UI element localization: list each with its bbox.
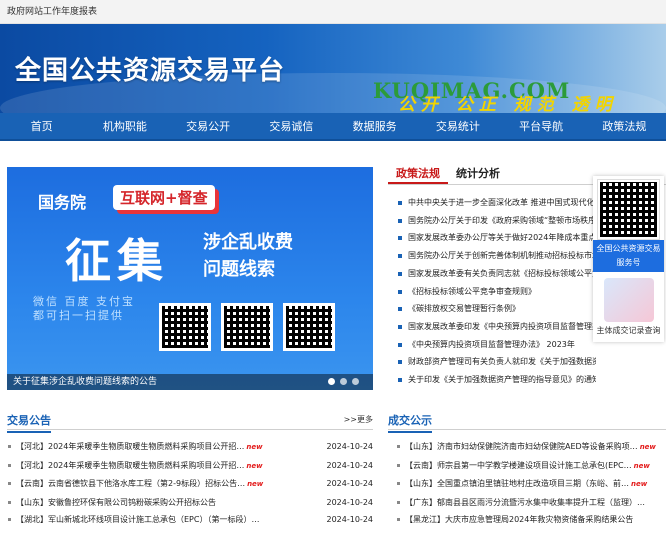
record-query-icon[interactable] bbox=[603, 278, 654, 322]
table-row[interactable]: 【广东】郁南县县区雨污分流暨污水集中收集率提升工程（监理）… bbox=[396, 494, 666, 512]
new-badge: new bbox=[639, 443, 656, 451]
carousel-dot[interactable] bbox=[340, 378, 347, 385]
new-badge: new bbox=[246, 461, 263, 470]
table-row[interactable]: 【山东】全国重点镇泊里镇驻地村庄改造项目三期（东峪、前… new bbox=[396, 475, 666, 494]
qr-code-icon bbox=[597, 179, 660, 240]
table-row[interactable]: 【山东】安徽鲁控环保有限公司钨粉碳采购公开招标公告 2024-10-24 bbox=[7, 494, 373, 512]
item-date: 2024-10-24 bbox=[326, 497, 374, 507]
table-row[interactable]: 【云南】云南省德钦县下他洛水库工程（第2-9标段）招标公告… new 2024-10… bbox=[7, 475, 373, 494]
item-title[interactable]: 【黑龙江】大庆市应急管理局2024年救灾物资储备采购结果公告 bbox=[405, 515, 633, 524]
item-title[interactable]: 【河北】2024年采暖季生物质取暖生物质燃料采购项目公开招… bbox=[16, 461, 244, 470]
item-title[interactable]: 【山东】安徽鲁控环保有限公司钨粉碳采购公开招标公告 bbox=[16, 498, 216, 507]
news-carousel[interactable]: 国务院 互联网+督查 征集 涉企乱收费问题线索 微信 百度 支付宝 都可扫一扫提供… bbox=[7, 167, 373, 390]
list-item[interactable]: 国务院办公厅关于印发《政府采购领域“整顿市场秩序、建设法规体系、促进产业发展”三… bbox=[396, 212, 596, 230]
deal-heading[interactable]: 成交公示 bbox=[388, 410, 432, 433]
annual-report-link[interactable]: 政府网站工作年度报表 bbox=[7, 7, 97, 17]
list-item[interactable]: 《招标投标领域公平竞争审查规则》 bbox=[396, 283, 596, 301]
table-row[interactable]: 【河北】2024年采暖季生物质取暖生物质燃料采购项目公开招… new 2024-10… bbox=[7, 457, 373, 476]
main-nav: 首页 机构职能 交易公开 交易诚信 数据服务 交易统计 平台导航 政策法规 bbox=[0, 113, 666, 141]
new-badge: new bbox=[247, 480, 264, 488]
list-item[interactable]: 《碳排放权交易管理暂行条例》 bbox=[396, 300, 596, 318]
nav-data-service[interactable]: 数据服务 bbox=[333, 113, 416, 139]
nav-organization[interactable]: 机构职能 bbox=[83, 113, 166, 139]
nav-platform-guide[interactable]: 平台导航 bbox=[500, 113, 583, 139]
trade-announcement-list: 【河北】2024年采暖季生物质取暖生物质燃料采购项目公开招… new 2024-10… bbox=[7, 438, 373, 529]
item-title[interactable]: 【山东】济南市妇幼保健院济南市妇幼保健院AED等设备采购项… bbox=[405, 442, 638, 451]
site-title: 全国公共资源交易平台 bbox=[15, 56, 286, 86]
item-title[interactable]: 【云南】师宗县第一中学教学楼建设项目设计施工总承包(EPC… bbox=[405, 461, 632, 470]
table-row[interactable]: 【山东】济南市妇幼保健院济南市妇幼保健院AED等设备采购项… new bbox=[396, 438, 666, 457]
trade-section-header: 交易公告 >>更多 bbox=[7, 409, 373, 433]
carousel-apps-line1: 微信 百度 支付宝 bbox=[33, 295, 135, 308]
carousel-apps-line2: 都可扫一扫提供 bbox=[33, 309, 124, 322]
nav-home[interactable]: 首页 bbox=[0, 113, 83, 139]
site-banner: 全国公共资源交易平台 KUQIMAG.COM 公开 公正 规范 透明 bbox=[0, 24, 666, 113]
qr-code-icon bbox=[283, 303, 335, 351]
carousel-sub-line1: 涉企乱收费 bbox=[203, 232, 293, 253]
floating-service-panel: 全国公共资源交易服务号 主体成交记录查询 bbox=[593, 176, 664, 342]
new-badge: new bbox=[246, 443, 263, 451]
table-row[interactable]: 【湖北】军山新城北环线项目设计施工总承包（EPC）（第一标段）… 2024-10-… bbox=[7, 511, 373, 529]
list-item[interactable]: 国家发展改革委有关负责同志就《招标投标领域公平竞争审查规则》答记者问 bbox=[396, 265, 596, 283]
nav-trade-credit[interactable]: 交易诚信 bbox=[250, 113, 333, 139]
main-content: 国务院 互联网+督查 征集 涉企乱收费问题线索 微信 百度 支付宝 都可扫一扫提供… bbox=[0, 141, 666, 533]
table-row[interactable]: 【黑龙江】大庆市应急管理局2024年救灾物资储备采购结果公告 bbox=[396, 511, 666, 529]
policy-news-list: 中共中央关于进一步全面深化改革 推进中国式现代化的决定 国务院办公厅关于印发《政… bbox=[396, 194, 596, 389]
carousel-org: 国务院 bbox=[38, 193, 87, 212]
list-item[interactable]: 关于印发《关于加强数据资产管理的指导意见》的通知 bbox=[396, 371, 596, 389]
carousel-dot[interactable] bbox=[352, 378, 359, 385]
nav-policy[interactable]: 政策法规 bbox=[583, 113, 666, 139]
deal-section-header: 成交公示 bbox=[388, 409, 666, 433]
deal-announcement-list: 【山东】济南市妇幼保健院济南市妇幼保健院AED等设备采购项… new 【云南】师宗… bbox=[396, 438, 666, 529]
item-title[interactable]: 【云南】云南省德钦县下他洛水库工程（第2-9标段）招标公告… bbox=[16, 479, 245, 488]
qr-code-icon bbox=[159, 303, 211, 351]
carousel-subtitle: 涉企乱收费 问题线索 bbox=[203, 229, 293, 283]
list-item[interactable]: 中共中央关于进一步全面深化改革 推进中国式现代化的决定 bbox=[396, 194, 596, 212]
record-query-label[interactable]: 主体成交记录查询 bbox=[593, 324, 664, 342]
carousel-sub-line2: 问题线索 bbox=[203, 259, 275, 280]
qr-code-icon bbox=[221, 303, 273, 351]
list-item[interactable]: 《中央预算内投资项目监督管理办法》 2023年 bbox=[396, 336, 596, 354]
trade-heading[interactable]: 交易公告 bbox=[7, 410, 51, 433]
service-qr-label[interactable]: 全国公共资源交易服务号 bbox=[593, 240, 664, 272]
list-item[interactable]: 国家发展改革委办公厅等关于做好2024年降成本重点工作的通知 bbox=[396, 229, 596, 247]
item-date: 2024-10-24 bbox=[326, 442, 374, 451]
top-bar: 政府网站工作年度报表 bbox=[0, 0, 666, 24]
carousel-headline: 征集 bbox=[65, 234, 169, 288]
slogan: 公开 公正 规范 透明 bbox=[398, 95, 618, 113]
item-title[interactable]: 【广东】郁南县县区雨污分流暨污水集中收集率提升工程（监理）… bbox=[405, 498, 645, 507]
carousel-caption[interactable]: 关于征集涉企乱收费问题线索的公告 bbox=[7, 374, 373, 390]
item-date: 2024-10-24 bbox=[326, 479, 374, 488]
item-title[interactable]: 【河北】2024年采暖季生物质取暖生物质燃料采购项目公开招… bbox=[16, 442, 244, 451]
carousel-tag: 互联网+督查 bbox=[113, 185, 215, 210]
tab-statistics[interactable]: 统计分析 bbox=[448, 163, 508, 184]
carousel-dot[interactable] bbox=[328, 378, 335, 385]
more-link[interactable]: >>更多 bbox=[344, 409, 373, 430]
list-item[interactable]: 国务院办公厅关于创新完善体制机制推动招标投标市场规范健康发展的意见 bbox=[396, 247, 596, 265]
item-title[interactable]: 【山东】全国重点镇泊里镇驻地村庄改造项目三期（东峪、前… bbox=[405, 479, 629, 488]
carousel-apps: 微信 百度 支付宝 都可扫一扫提供 bbox=[33, 295, 135, 323]
list-item[interactable]: 国家发展改革委印发《中央预算内投资项目监督管理办法》 bbox=[396, 318, 596, 336]
table-row[interactable]: 【云南】师宗县第一中学教学楼建设项目设计施工总承包(EPC… new bbox=[396, 457, 666, 476]
list-item[interactable]: 财政部资产管理司有关负责人就印发《关于加强数据资产管理的指导意见》答记者问 bbox=[396, 353, 596, 371]
nav-trade-public[interactable]: 交易公开 bbox=[167, 113, 250, 139]
new-badge: new bbox=[633, 461, 650, 470]
new-badge: new bbox=[631, 480, 648, 488]
nav-trade-stats[interactable]: 交易统计 bbox=[416, 113, 499, 139]
tab-policy[interactable]: 政策法规 bbox=[388, 163, 448, 184]
carousel-dots bbox=[328, 378, 359, 385]
item-title[interactable]: 【湖北】军山新城北环线项目设计施工总承包（EPC）（第一标段）… bbox=[16, 515, 259, 524]
item-date: 2024-10-24 bbox=[326, 460, 374, 470]
item-date: 2024-10-24 bbox=[326, 515, 374, 524]
table-row[interactable]: 【河北】2024年采暖季生物质取暖生物质燃料采购项目公开招… new 2024-10… bbox=[7, 438, 373, 457]
